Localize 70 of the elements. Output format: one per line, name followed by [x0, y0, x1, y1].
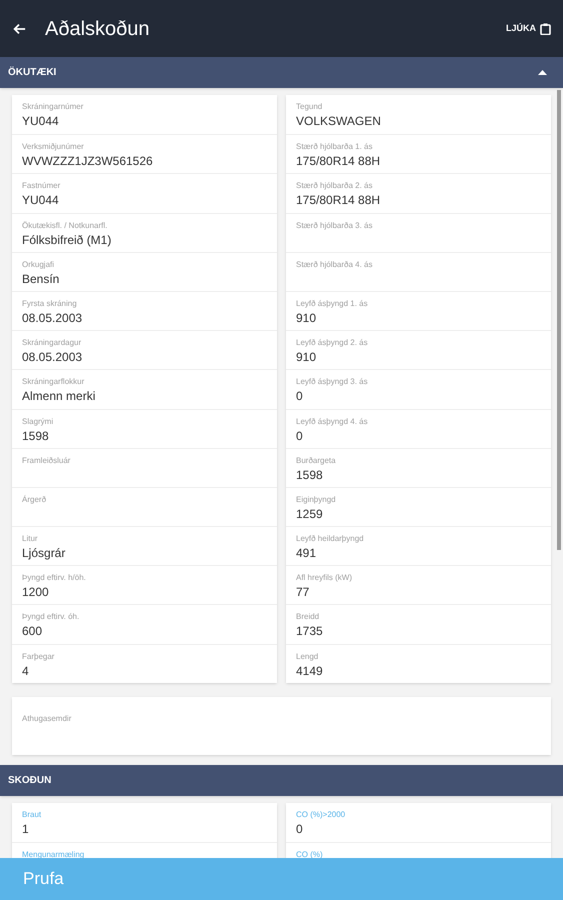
field-value: Fólksbifreið (M1): [22, 232, 112, 248]
field-label: Leyfð heildarþyngd: [296, 534, 365, 544]
field-label: CO (%)>2000: [296, 810, 346, 820]
field-label: Þyngd eftirv. óh.: [22, 612, 80, 622]
field-label: Lengd: [296, 652, 320, 662]
field-value: 1735: [296, 623, 324, 640]
field-value: 0: [296, 428, 304, 444]
field-label: Eiginþyngd: [296, 494, 337, 505]
field-label: Slagrými: [22, 416, 54, 426]
field-label: Litur: [22, 534, 39, 544]
field-value: 0: [296, 820, 304, 837]
field-value: WVWZZZ1JZ3W561526: [22, 153, 154, 170]
field-label: Fyrsta skráning: [22, 298, 78, 309]
field-label: Árgerð: [22, 494, 48, 505]
field-label: Farþegar: [22, 652, 56, 662]
field-value: Bensín: [22, 270, 60, 287]
field-value: 600: [22, 623, 44, 640]
field-label: Fastnúmer: [22, 181, 62, 192]
field-label: Skráningardagur: [22, 338, 82, 348]
field-label: Breidd: [296, 612, 320, 622]
field-value: YU044: [22, 192, 60, 208]
field-label: CO (%): [296, 850, 324, 860]
field-value: 910: [296, 310, 318, 326]
field-value: YU044: [22, 113, 60, 129]
field-label: Leyfð ásþyngd 1. ás: [296, 298, 369, 309]
field-label: Ökutækisfl. / Notkunarfl.: [22, 220, 108, 231]
back-icon[interactable]: [12, 22, 26, 36]
clipboard-icon: [540, 22, 551, 34]
field-label: Orkugjafi: [22, 260, 56, 270]
field-value: 175/80R14 88H: [296, 192, 382, 208]
field-label: Framleiðsluár: [22, 456, 72, 466]
field-value: 77: [296, 584, 310, 600]
scrollbar[interactable]: [557, 90, 561, 550]
field-value: 175/80R14 88H: [296, 153, 382, 170]
field-label: Tegund: [296, 102, 324, 112]
field-value: 1598: [296, 466, 324, 483]
field-label: Stærð hjólbarða 2. ás: [296, 181, 374, 192]
field-value: Ljósgrár: [22, 545, 66, 562]
field-label: Leyfð ásþyngd 2. ás: [296, 338, 369, 348]
field-value: VOLKSWAGEN: [296, 113, 382, 129]
field-label: Þyngd eftirv. h/öh.: [22, 573, 87, 584]
field-label: Burðargeta: [296, 456, 337, 466]
field-value: 491: [296, 545, 318, 562]
field-value: 910: [296, 349, 318, 366]
field-label: Stærð hjólbarða 1. ás: [296, 142, 374, 152]
field-label: Skráningarnúmer: [22, 102, 84, 112]
finish-button[interactable]: LJÚKA: [506, 22, 551, 36]
field-value: 4149: [296, 662, 324, 679]
field-label: Mengunarmæling: [22, 850, 86, 860]
field-label: Skráningarflokkur: [22, 377, 86, 388]
field-label: Leyfð ásþyngd 4. ás: [296, 416, 369, 426]
field-label: Stærð hjólbarða 4. ás: [296, 260, 374, 270]
section-header[interactable]: SKOÐUN: [0, 764, 563, 796]
field-value: 1259: [296, 506, 324, 522]
field-value: 08.05.2003: [22, 349, 84, 366]
collapse-icon: [538, 70, 547, 75]
field-value: 1598: [22, 428, 50, 444]
field-label: Verksmiðjunúmer: [22, 142, 85, 152]
field-label: Leyfð ásþyngd 3. ás: [296, 377, 369, 388]
field-value: Almenn merki: [22, 388, 96, 404]
field-value: 4: [22, 662, 30, 679]
field-label: Stærð hjólbarða 3. ás: [296, 220, 374, 231]
section-header[interactable]: ÖKUTÆKI: [0, 57, 563, 88]
field-value: 0: [296, 388, 304, 404]
field-label: Afl hreyfils (kW): [296, 573, 353, 584]
field-value: 1: [22, 820, 30, 837]
field-value: 1200: [22, 584, 50, 600]
field-label: Braut: [22, 810, 42, 820]
screen-title: Aðalskoðun: [45, 16, 150, 42]
field-value: 08.05.2003: [22, 310, 84, 326]
